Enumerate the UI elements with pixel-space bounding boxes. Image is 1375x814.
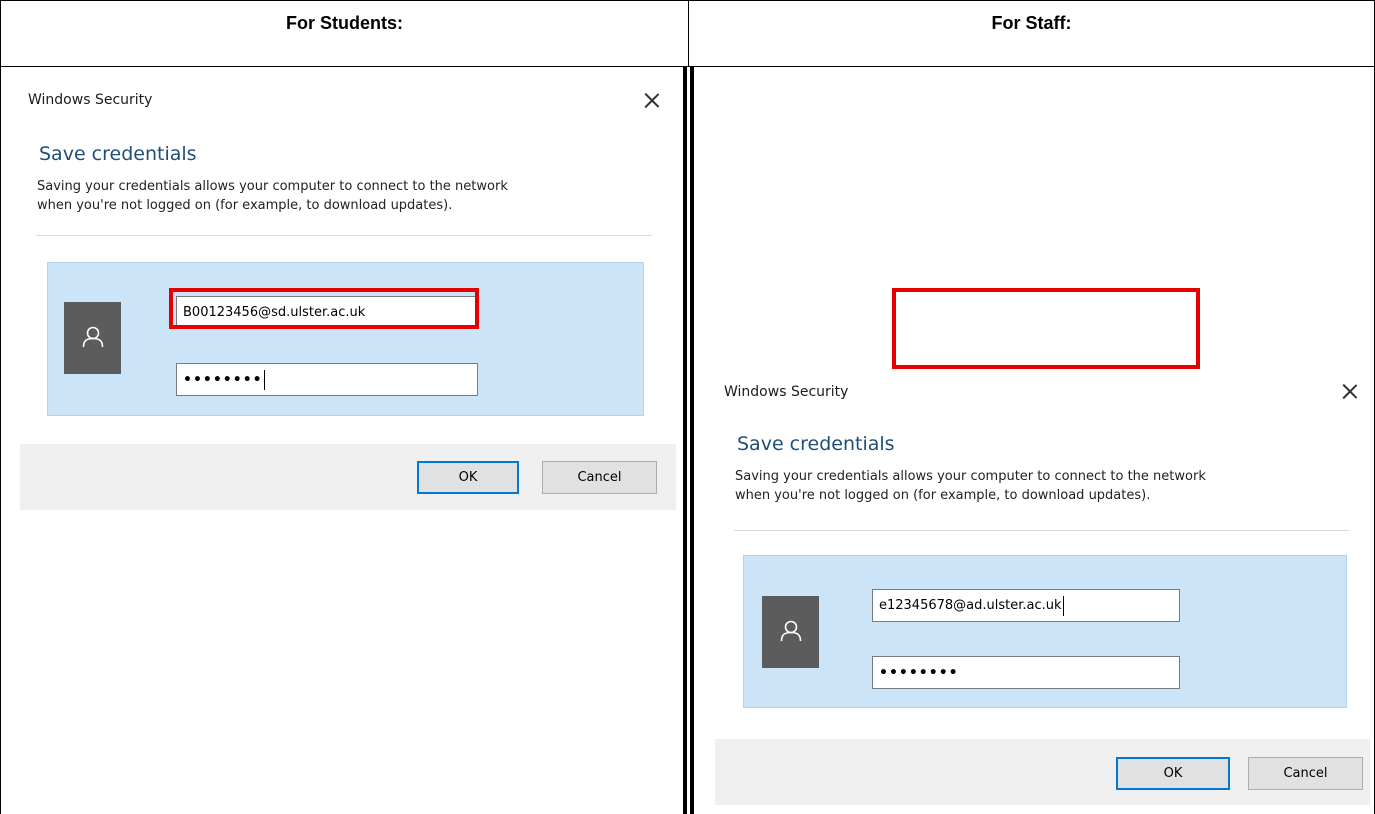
column-divider-thick — [683, 67, 687, 814]
column-divider-thick — [690, 67, 694, 814]
staff-windows-security-dialog: Windows Security Save credentials Saving… — [715, 369, 1370, 809]
dialog-heading: Save credentials — [39, 143, 197, 165]
credential-tile[interactable]: B00123456@sd.ulster.ac.uk •••••••• — [47, 262, 644, 416]
user-icon — [64, 302, 121, 374]
text-caret — [263, 369, 265, 390]
text-caret — [1062, 595, 1064, 616]
password-input[interactable]: •••••••• — [176, 363, 478, 396]
cancel-button[interactable]: Cancel — [542, 461, 657, 494]
dialog-description-line1: Saving your credentials allows your comp… — [37, 179, 508, 194]
dialog-description-line1: Saving your credentials allows your comp… — [735, 469, 1206, 484]
username-input[interactable]: e12345678@ad.ulster.ac.uk — [872, 589, 1180, 622]
dialog-button-bar: OK Cancel — [20, 444, 676, 510]
password-value: •••••••• — [183, 371, 263, 388]
dialog-separator — [734, 530, 1349, 531]
staff-column-heading: For Staff: — [689, 1, 1374, 65]
table-border-left — [0, 0, 1, 814]
user-icon — [762, 596, 819, 668]
close-icon[interactable] — [644, 92, 660, 108]
dialog-title: Windows Security — [28, 92, 153, 108]
dialog-button-bar: OK Cancel — [715, 739, 1370, 805]
students-heading-text: For Students: — [286, 13, 403, 33]
cancel-button[interactable]: Cancel — [1248, 757, 1363, 790]
dialog-heading: Save credentials — [737, 433, 895, 455]
username-value: e12345678@ad.ulster.ac.uk — [879, 598, 1062, 613]
username-highlight-box — [169, 288, 479, 329]
staff-heading-text: For Staff: — [991, 13, 1072, 33]
username-highlight-box — [892, 288, 1200, 369]
students-column-heading: For Students: — [1, 1, 688, 65]
ok-button[interactable]: OK — [1116, 757, 1230, 790]
credential-tile[interactable]: e12345678@ad.ulster.ac.uk •••••••• — [743, 555, 1347, 708]
dialog-description-line2: when you're not logged on (for example, … — [37, 198, 453, 213]
dialog-title: Windows Security — [724, 384, 849, 400]
password-input[interactable]: •••••••• — [872, 656, 1180, 689]
ok-button[interactable]: OK — [417, 461, 519, 494]
dialog-separator — [36, 235, 652, 236]
dialog-description-line2: when you're not logged on (for example, … — [735, 488, 1151, 503]
close-icon[interactable] — [1342, 383, 1358, 399]
password-value: •••••••• — [879, 664, 959, 681]
